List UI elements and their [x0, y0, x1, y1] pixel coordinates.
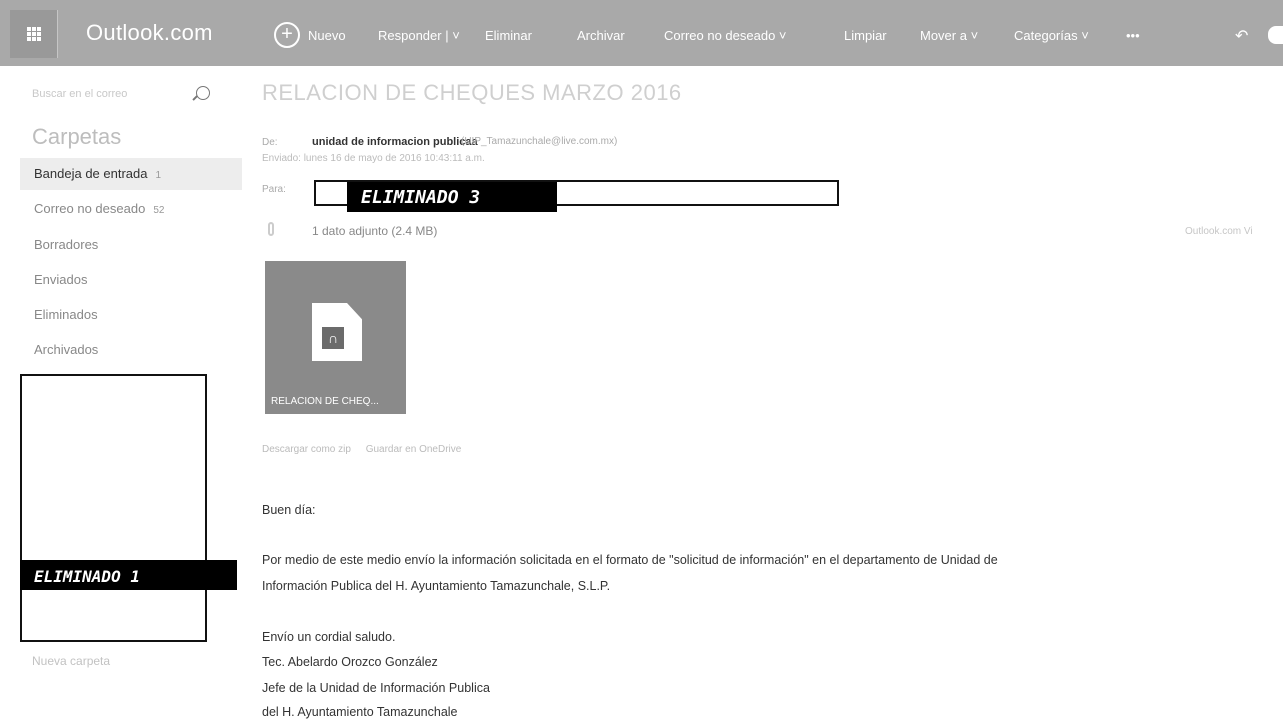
redaction-label: ELIMINADO 1 — [20, 560, 237, 590]
paperclip-icon — [268, 222, 274, 236]
sent-value: lunes 16 de mayo de 2016 10:43:11 a.m. — [303, 153, 485, 164]
new-button[interactable]: Nuevo — [308, 28, 346, 43]
folder-drafts[interactable]: Borradores — [34, 237, 98, 252]
search-placeholder: Buscar en el correo — [32, 88, 128, 100]
search-icon[interactable] — [196, 86, 210, 100]
categories-button[interactable]: Categorías ˅ — [1014, 28, 1089, 43]
sent-label: Enviado: — [262, 153, 301, 164]
more-actions-button[interactable]: ••• — [1126, 28, 1140, 43]
account-avatar[interactable] — [1268, 26, 1283, 44]
top-command-bar: Outlook.com + Nuevo Responder | ˅ Elimin… — [0, 0, 1283, 66]
sent-line: Enviado: lunes 16 de mayo de 2016 10:43:… — [262, 153, 485, 164]
body-paragraph-line2: Información Publica del H. Ayuntamiento … — [262, 579, 611, 593]
pdf-icon: ∩ — [322, 327, 344, 349]
folder-archive[interactable]: Archivados — [34, 342, 98, 357]
sweep-button[interactable]: Limpiar — [844, 28, 887, 43]
folder-junk[interactable]: Correo no deseado 52 — [34, 201, 164, 216]
brand-logo[interactable]: Outlook.com — [86, 20, 213, 46]
search-input[interactable]: Buscar en el correo — [32, 82, 222, 108]
to-label: Para: — [262, 184, 286, 195]
attachment-actions: Descargar como zip Guardar en OneDrive — [262, 444, 461, 455]
body-paragraph-line1: Por medio de este medio envío la informa… — [262, 553, 998, 567]
junk-button[interactable]: Correo no deseado ˅ — [664, 28, 787, 43]
archive-button[interactable]: Archivar — [577, 28, 625, 43]
recipient-redaction-label: ELIMINADO 3 — [347, 182, 557, 212]
sender-name[interactable]: unidad de informacion publicaa — [312, 136, 478, 148]
folder-sent[interactable]: Enviados — [34, 272, 87, 287]
undo-icon[interactable]: ↶ — [1235, 26, 1248, 46]
folder-inbox[interactable]: Bandeja de entrada 1 — [20, 158, 242, 190]
body-closing: Envío un cordial saludo. — [262, 630, 396, 644]
folder-label: Archivados — [34, 342, 99, 357]
folder-label: Eliminados — [34, 307, 98, 322]
sender-address: (UIP_Tamazunchale@live.com.mx) — [461, 136, 618, 147]
signature-name: Tec. Abelardo Orozco González — [262, 655, 438, 669]
unread-count: 52 — [153, 205, 165, 216]
folder-label: Borradores — [34, 237, 99, 252]
signature-org: del H. Ayuntamiento Tamazunchale — [262, 705, 458, 719]
attachment-count: 1 dato adjunto (2.4 MB) — [312, 224, 438, 238]
waffle-icon — [26, 27, 41, 41]
folder-label: Enviados — [34, 272, 88, 287]
outlook-view-link[interactable]: Outlook.com Vi — [1185, 226, 1253, 237]
reply-button[interactable]: Responder | ˅ — [378, 28, 460, 43]
app-launcher-button[interactable] — [10, 10, 58, 58]
body-greeting: Buen día: — [262, 503, 316, 517]
redaction-box — [20, 374, 207, 642]
save-onedrive-link[interactable]: Guardar en OneDrive — [366, 444, 462, 455]
download-zip-link[interactable]: Descargar como zip — [262, 444, 351, 455]
folder-label: Correo no deseado — [34, 201, 146, 216]
unread-count: 1 — [155, 170, 162, 181]
message-subject: RELACION DE CHEQUES MARZO 2016 — [262, 80, 682, 105]
folder-deleted[interactable]: Eliminados — [34, 307, 98, 322]
folder-label: Bandeja de entrada — [34, 166, 148, 181]
attachment-tile[interactable]: ∩ RELACION DE CHEQ... — [265, 261, 406, 414]
delete-button[interactable]: Eliminar — [485, 28, 532, 43]
move-to-button[interactable]: Mover a ˅ — [920, 28, 978, 43]
new-folder-link[interactable]: Nueva carpeta — [32, 654, 110, 668]
plus-icon[interactable]: + — [274, 22, 300, 48]
attachment-name: RELACION DE CHEQ... — [271, 396, 379, 407]
from-label: De: — [262, 137, 278, 148]
folders-heading: Carpetas — [32, 124, 122, 149]
signature-title: Jefe de la Unidad de Información Publica — [262, 681, 490, 695]
